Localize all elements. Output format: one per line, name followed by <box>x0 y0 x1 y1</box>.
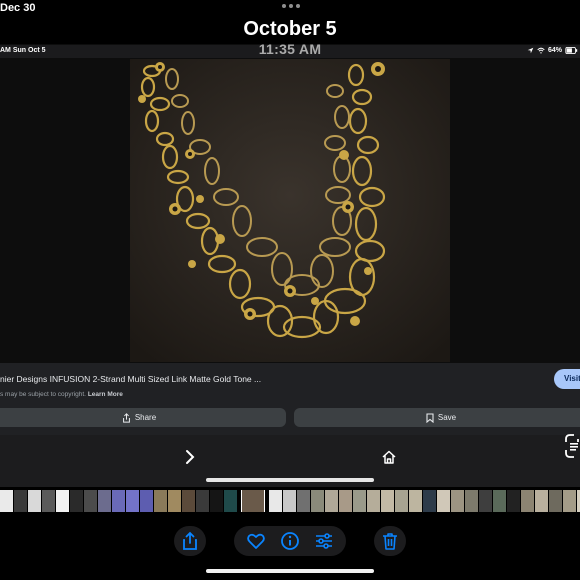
trash-icon <box>383 533 397 550</box>
photo-thumbnail[interactable] <box>0 490 13 512</box>
lens-icon[interactable] <box>562 433 580 459</box>
photo-thumbnail[interactable] <box>325 490 338 512</box>
thumbnail-strip[interactable] <box>0 490 580 512</box>
photo-thumbnail[interactable] <box>140 490 153 512</box>
photo-thumbnail[interactable] <box>465 490 478 512</box>
photo-thumbnail[interactable] <box>493 490 506 512</box>
photo-thumbnail[interactable] <box>339 490 352 512</box>
chevron-right-icon[interactable] <box>182 448 198 466</box>
photo-thumbnail[interactable] <box>168 490 181 512</box>
delete-button[interactable] <box>374 526 406 556</box>
copyright-text: s may be subject to copyright. <box>0 391 86 398</box>
necklace-image <box>130 59 450 362</box>
product-title-link[interactable]: nier Designs INFUSION 2-Strand Multi Siz… <box>0 374 261 384</box>
photo-date-title: October 5 <box>243 18 337 40</box>
photo-thumbnail[interactable] <box>269 490 282 512</box>
photo-thumbnail[interactable] <box>14 490 27 512</box>
photo-thumbnail[interactable] <box>283 490 296 512</box>
copyright-notice: s may be subject to copyright. Learn Mor… <box>0 391 123 398</box>
photo-thumbnail[interactable] <box>521 490 534 512</box>
photo-thumbnail[interactable] <box>367 490 380 512</box>
photo-time-title: 11:35 AM <box>258 41 322 57</box>
heart-icon[interactable] <box>246 531 266 551</box>
visit-button[interactable]: Visit <box>554 369 580 389</box>
share-button[interactable] <box>174 526 206 556</box>
bottom-home-indicator[interactable] <box>206 569 374 573</box>
photo-thumbnail[interactable] <box>563 490 576 512</box>
photo-thumbnail[interactable] <box>154 490 167 512</box>
photo-thumbnail[interactable] <box>112 490 125 512</box>
photo-thumbnail[interactable] <box>210 490 223 512</box>
photo-thumbnail[interactable] <box>479 490 492 512</box>
photo-thumbnail[interactable] <box>84 490 97 512</box>
photo-thumbnail[interactable] <box>70 490 83 512</box>
photo-thumbnail[interactable] <box>224 490 237 512</box>
product-photo[interactable] <box>130 59 450 362</box>
photo-thumbnail[interactable] <box>297 490 310 512</box>
photo-thumbnail[interactable] <box>507 490 520 512</box>
photo-thumbnail[interactable] <box>196 490 209 512</box>
home-indicator[interactable] <box>206 478 374 482</box>
share-result-button[interactable]: Share <box>0 408 286 427</box>
photo-thumbnail[interactable] <box>126 490 139 512</box>
photo-thumbnail[interactable] <box>451 490 464 512</box>
photo-thumbnail[interactable] <box>182 490 195 512</box>
share-label: Share <box>134 413 157 422</box>
photo-thumbnail[interactable] <box>381 490 394 512</box>
share-icon <box>122 412 130 423</box>
photo-thumbnail[interactable] <box>437 490 450 512</box>
learn-more-link[interactable]: Learn More <box>88 391 123 398</box>
photo-thumbnail[interactable] <box>353 490 366 512</box>
bookmark-icon <box>426 412 434 423</box>
adjust-icon[interactable] <box>314 531 334 551</box>
photo-thumbnail[interactable] <box>311 490 324 512</box>
info-icon[interactable] <box>280 531 300 551</box>
photo-thumbnail[interactable] <box>241 490 265 512</box>
photo-thumbnail[interactable] <box>98 490 111 512</box>
photo-thumbnail[interactable] <box>56 490 69 512</box>
save-result-button[interactable]: Save <box>294 408 580 427</box>
photo-thumbnail[interactable] <box>42 490 55 512</box>
photo-thumbnail[interactable] <box>423 490 436 512</box>
photo-thumbnail[interactable] <box>549 490 562 512</box>
photo-thumbnail[interactable] <box>395 490 408 512</box>
photo-thumbnail[interactable] <box>409 490 422 512</box>
share-icon <box>183 531 197 550</box>
previous-date-label: Dec 30 <box>0 2 36 14</box>
photo-actions-group <box>234 526 346 556</box>
photo-thumbnail[interactable] <box>28 490 41 512</box>
more-dots-icon[interactable] <box>282 4 300 10</box>
home-icon[interactable] <box>380 448 398 466</box>
save-label: Save <box>437 413 457 422</box>
photo-thumbnail[interactable] <box>535 490 548 512</box>
